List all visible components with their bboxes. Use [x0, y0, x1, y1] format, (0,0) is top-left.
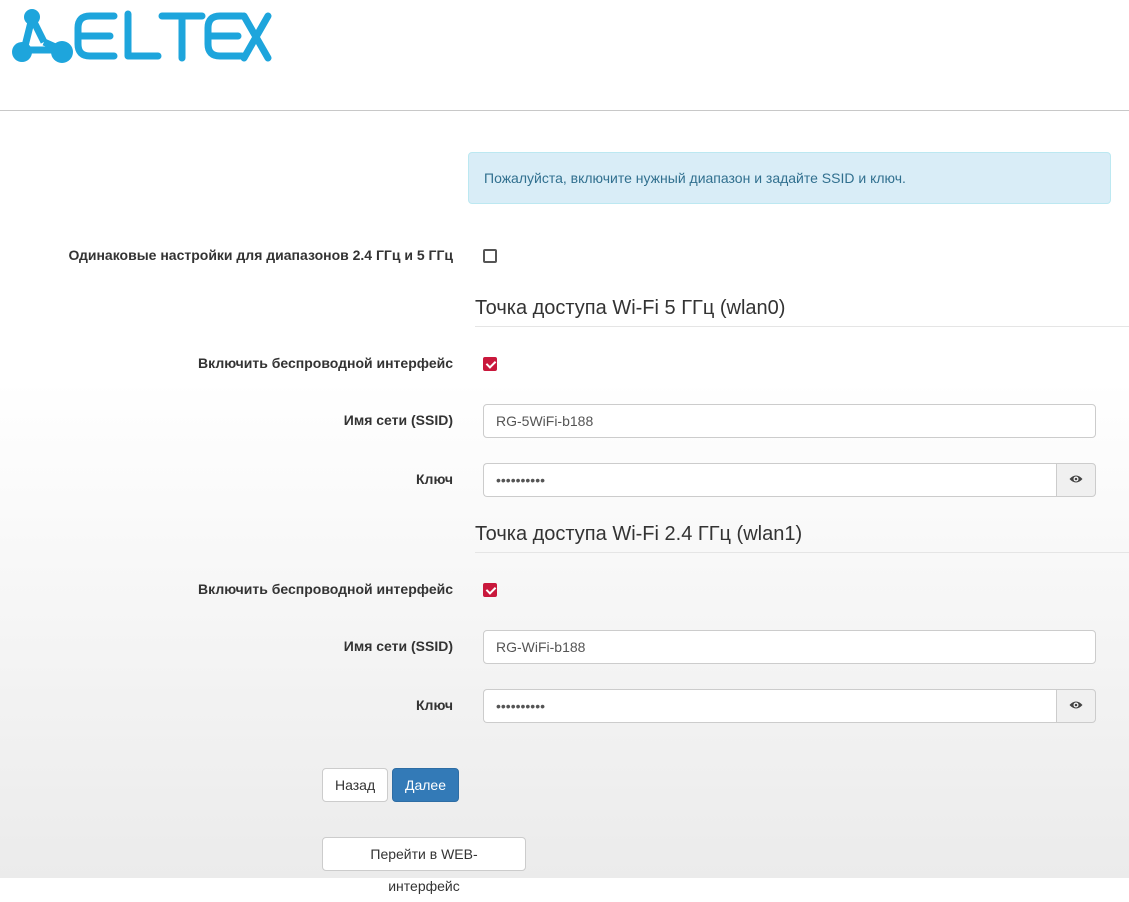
eye-icon [1069, 471, 1083, 489]
wlan0-key-group: •••••••••• [483, 463, 1096, 497]
wlan0-enable-checkbox[interactable] [483, 357, 497, 371]
wlan1-ssid-label: Имя сети (SSID) [343, 638, 453, 654]
wlan0-show-password-button[interactable] [1056, 463, 1096, 497]
wlan1-enable-label: Включить беспроводной интерфейс [198, 581, 453, 597]
same-settings-label: Одинаковые настройки для диапазонов 2.4 … [68, 247, 453, 263]
wlan0-key-label: Ключ [416, 471, 453, 487]
wlan0-key-input[interactable]: •••••••••• [483, 463, 1057, 497]
wlan1-section-title: Точка доступа Wi-Fi 2.4 ГГц (wlan1) [475, 523, 1129, 553]
header [0, 0, 1129, 111]
wlan1-key-group: •••••••••• [483, 689, 1096, 723]
wlan1-ssid-input[interactable]: RG-WiFi-b188 [483, 630, 1096, 664]
wlan1-key-label: Ключ [416, 697, 453, 713]
wlan1-enable-checkbox[interactable] [483, 583, 497, 597]
wlan1-key-input[interactable]: •••••••••• [483, 689, 1057, 723]
web-interface-button[interactable]: Перейти в WEB-интерфейс [322, 837, 526, 894]
info-alert: Пожалуйста, включите нужный диапазон и з… [468, 152, 1111, 204]
wlan0-ssid-label: Имя сети (SSID) [343, 412, 453, 428]
eye-icon [1069, 697, 1083, 715]
back-button[interactable]: Назад [322, 768, 388, 802]
same-settings-checkbox[interactable] [483, 249, 497, 263]
wlan0-section-title: Точка доступа Wi-Fi 5 ГГц (wlan0) [475, 297, 1129, 327]
wlan0-ssid-input[interactable]: RG-5WiFi-b188 [483, 404, 1096, 438]
next-button[interactable]: Далее [392, 768, 459, 802]
eltex-logo[interactable] [10, 6, 272, 71]
wlan0-enable-label: Включить беспроводной интерфейс [198, 355, 453, 371]
wlan1-show-password-button[interactable] [1056, 689, 1096, 723]
